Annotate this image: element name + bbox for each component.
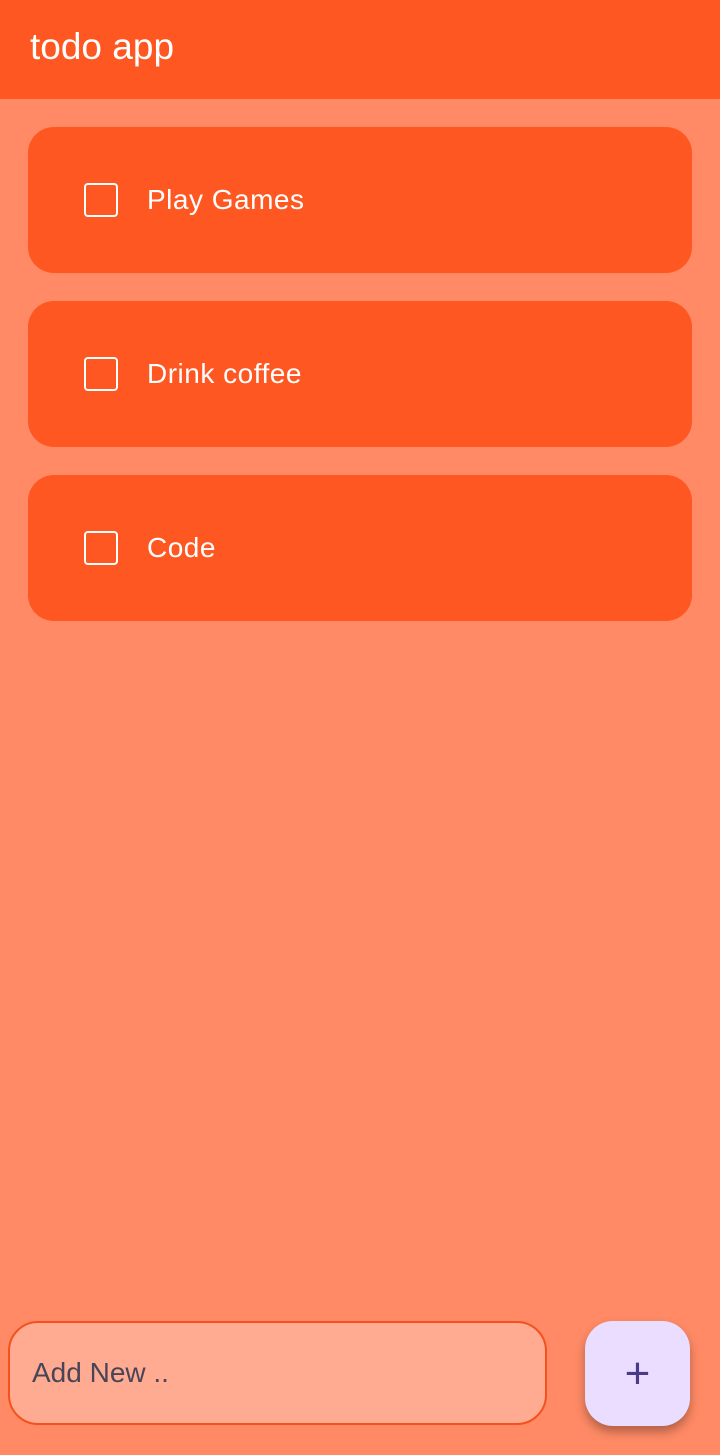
todo-label: Play Games	[147, 184, 305, 215]
input-placeholder: Add New ..	[32, 1357, 169, 1388]
todo-label: Code	[147, 532, 216, 563]
todo-checkbox[interactable]	[84, 357, 118, 391]
app-title: todo app	[30, 26, 175, 67]
todo-label: Drink coffee	[147, 358, 302, 389]
add-button[interactable]: +	[585, 1321, 690, 1426]
todo-checkbox[interactable]	[84, 183, 118, 217]
todo-item[interactable]: Code	[28, 475, 692, 621]
todo-list: Play Games Drink coffee Code	[28, 127, 692, 649]
todo-item[interactable]: Play Games	[28, 127, 692, 273]
todo-item[interactable]: Drink coffee	[28, 301, 692, 447]
add-todo-input[interactable]: Add New ..	[8, 1321, 547, 1425]
plus-icon: +	[624, 1348, 651, 1398]
app-bar: todo app	[0, 0, 720, 99]
todo-checkbox[interactable]	[84, 531, 118, 565]
